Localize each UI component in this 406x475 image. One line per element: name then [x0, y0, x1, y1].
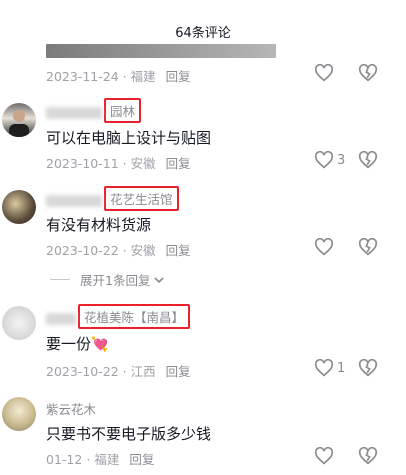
- like-button[interactable]: 3: [314, 151, 345, 169]
- dislike-button[interactable]: [358, 237, 378, 260]
- heart-outline-icon: [314, 447, 334, 465]
- comment-date: 2023-10-11: [46, 156, 119, 171]
- chevron-down-icon: [154, 276, 165, 283]
- comment-location: 福建: [130, 69, 156, 84]
- comment-text: 只要书不要电子版多少钱: [46, 425, 212, 443]
- comment-location: 福建: [94, 452, 120, 467]
- comment-date: 2023-11-24: [46, 69, 119, 84]
- blurred-comment-text: [46, 44, 276, 58]
- like-button[interactable]: [314, 447, 334, 465]
- avatar[interactable]: [2, 190, 36, 224]
- emoji: 💘: [91, 337, 109, 353]
- comment-count-title: 64条评论: [175, 26, 231, 41]
- dislike-button[interactable]: [358, 63, 378, 86]
- reply-button[interactable]: 回复: [166, 69, 191, 84]
- heart-outline-icon: [314, 359, 334, 377]
- broken-heart-icon: [358, 358, 378, 377]
- comment-date: 01-12: [46, 452, 83, 467]
- comment-date: 2023-10-22: [46, 364, 119, 379]
- comment-meta: 2023-10-22 · 江西 回复: [46, 364, 191, 379]
- comment-text: 可以在电脑上设计与贴图: [46, 129, 212, 147]
- expand-replies-button[interactable]: 展开1条回复: [50, 270, 166, 289]
- like-count: 1: [337, 360, 346, 376]
- broken-heart-icon: [358, 63, 378, 82]
- like-count: 3: [337, 152, 346, 168]
- comment-meta: 2023-11-24 · 福建 回复: [46, 69, 191, 84]
- comment-text: 有没有材料货源: [46, 216, 152, 234]
- comment-location: 安徽: [130, 156, 156, 171]
- broken-heart-icon: [358, 446, 378, 465]
- like-button[interactable]: 1: [314, 359, 345, 377]
- reply-button[interactable]: 回复: [166, 243, 191, 258]
- avatar[interactable]: [2, 103, 36, 137]
- username[interactable]: 花植美陈【南昌】: [46, 304, 191, 329]
- dislike-button[interactable]: [358, 358, 378, 381]
- broken-heart-icon: [358, 150, 378, 169]
- comment-meta: 01-12 · 福建 回复: [46, 452, 155, 467]
- username[interactable]: 花艺生活馆: [46, 186, 179, 211]
- user-tag: 花植美陈【南昌】: [78, 304, 191, 329]
- heart-outline-icon: [314, 151, 334, 169]
- like-button[interactable]: [314, 64, 334, 82]
- heart-outline-icon: [314, 64, 334, 82]
- user-tag: 园林: [104, 98, 142, 123]
- comment-date: 2023-10-22: [46, 243, 119, 258]
- reply-button[interactable]: 回复: [166, 364, 191, 379]
- user-tag: 花艺生活馆: [104, 186, 179, 211]
- dislike-button[interactable]: [358, 446, 378, 469]
- expand-replies-label: 展开1条回复: [80, 273, 151, 288]
- reply-button[interactable]: 回复: [129, 452, 154, 467]
- dislike-button[interactable]: [358, 150, 378, 173]
- avatar[interactable]: [2, 306, 36, 340]
- like-button[interactable]: [314, 238, 334, 256]
- comment-text: 要一份💘: [46, 335, 109, 353]
- reply-button[interactable]: 回复: [166, 156, 191, 171]
- comment-location: 江西: [130, 364, 156, 379]
- broken-heart-icon: [358, 237, 378, 256]
- comment-location: 安徽: [130, 243, 156, 258]
- heart-outline-icon: [314, 238, 334, 256]
- avatar[interactable]: [2, 397, 36, 431]
- username[interactable]: 紫云花木: [46, 399, 96, 418]
- username[interactable]: 园林: [46, 98, 142, 123]
- comment-meta: 2023-10-11 · 安徽 回复: [46, 156, 191, 171]
- comment-meta: 2023-10-22 · 安徽 回复: [46, 243, 191, 258]
- divider: [50, 279, 70, 280]
